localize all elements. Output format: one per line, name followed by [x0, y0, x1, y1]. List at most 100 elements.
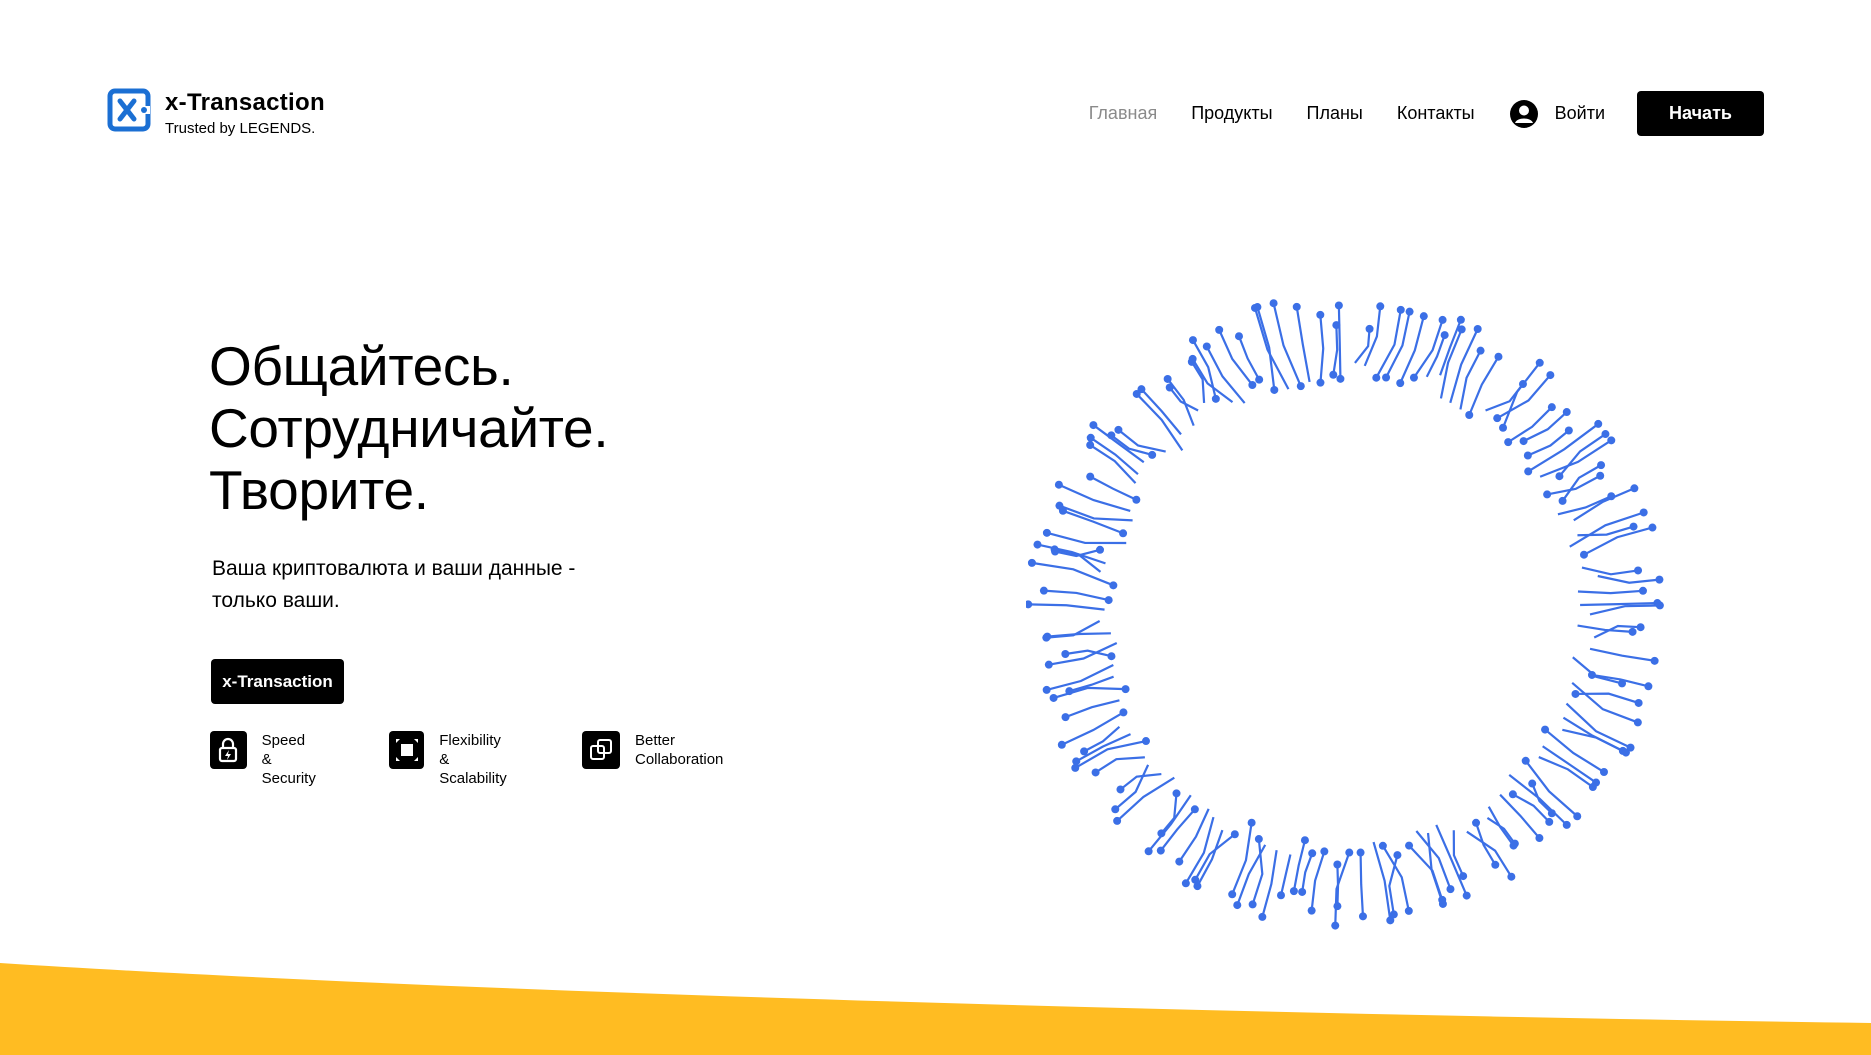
circuit-node	[1132, 495, 1141, 504]
circuit-node	[1276, 891, 1285, 900]
circuit-node	[1372, 373, 1381, 382]
circuit-node	[1300, 836, 1309, 845]
feature-speed-security: Speed & Security	[210, 731, 317, 788]
nav-item-products[interactable]: Продукты	[1191, 103, 1272, 124]
circuit-node	[1163, 374, 1172, 383]
circuit-node	[1329, 370, 1338, 379]
circuit-node	[1065, 687, 1074, 696]
hero-title: Общайтесь. Сотрудничайте. Творите.	[209, 335, 609, 521]
feature-label: Security	[261, 770, 316, 787]
hero-subtitle-line: Ваша криптовалюта и ваши данные -	[212, 557, 576, 580]
circuit-node	[1298, 887, 1307, 896]
cta-button[interactable]: x-Transaction	[211, 659, 344, 704]
circuit-node	[1535, 834, 1544, 843]
circuit-node	[1507, 872, 1516, 881]
circuit-node	[1634, 566, 1643, 575]
circuit-node	[1156, 846, 1165, 855]
circuit-trace	[1527, 429, 1570, 457]
circuit-trace	[1261, 849, 1278, 918]
circuit-node	[1165, 383, 1174, 392]
nav-item-home[interactable]: Главная	[1089, 103, 1158, 124]
circuit-node	[1044, 660, 1053, 669]
circuit-node	[1104, 596, 1113, 605]
circuit-node	[1404, 906, 1413, 915]
brand-logo[interactable]: x-Transaction Trusted by LEGENDS.	[107, 88, 325, 138]
circuit-trace	[1279, 854, 1292, 896]
circuit-node	[1157, 829, 1166, 838]
circuit-node	[1334, 301, 1343, 310]
circuit-node	[1376, 302, 1385, 311]
circuit-node	[1382, 373, 1391, 382]
circuit-node	[1316, 310, 1325, 319]
circuit-node	[1633, 718, 1642, 727]
circuit-node	[1113, 816, 1122, 825]
circuit-node	[1476, 346, 1485, 355]
circuit-node	[1456, 315, 1465, 324]
user-icon	[1509, 99, 1538, 128]
circuit-trace	[1053, 686, 1126, 700]
circuit-trace	[1272, 302, 1302, 387]
circuit-node	[1215, 325, 1224, 334]
circuit-node	[1121, 685, 1130, 694]
circuit-node	[1521, 756, 1530, 765]
feature-label: Better	[635, 732, 676, 749]
circuit-node	[1247, 818, 1256, 827]
circuit-node	[1519, 437, 1528, 446]
circuit-trace	[1089, 475, 1137, 501]
circuit-node	[1440, 331, 1449, 340]
circuit-node	[1111, 805, 1120, 814]
login-button[interactable]: Войти	[1509, 99, 1605, 129]
circuit-node	[1405, 307, 1414, 316]
circuit-trace	[1527, 423, 1599, 473]
hero-subtitle-line: только ваши.	[212, 589, 340, 612]
feature-label: Flexibility &	[439, 732, 501, 768]
circuit-node	[1547, 403, 1556, 412]
circuit-node	[1333, 902, 1342, 911]
circuit-node	[1457, 325, 1466, 334]
circuit-node	[1472, 818, 1481, 827]
feature-better-collaboration: Better Collaboration	[582, 731, 723, 769]
feature-label: Speed &	[261, 732, 306, 768]
circuit-node	[1396, 305, 1405, 314]
circuit-node	[1148, 450, 1157, 459]
circuit-node	[1193, 882, 1202, 891]
circuit-trace	[1597, 574, 1660, 584]
nav-item-plans[interactable]: Планы	[1307, 103, 1363, 124]
circuit-node	[1228, 890, 1237, 899]
circuit-node	[1587, 670, 1596, 679]
circuit-node	[1599, 768, 1608, 777]
circuit-trace	[1558, 433, 1607, 477]
circuit-node	[1109, 581, 1118, 590]
circuit-node	[1234, 332, 1243, 341]
circuit-node	[1091, 768, 1100, 777]
circuit-trace	[1301, 852, 1314, 893]
circuit-node	[1248, 900, 1257, 909]
circuit-node	[1248, 380, 1257, 389]
circuit-node	[1061, 713, 1070, 722]
circuit-node	[1119, 708, 1128, 717]
circuit-trace	[1031, 561, 1114, 587]
circuit-node	[1621, 748, 1630, 757]
circuit-trace	[1439, 319, 1462, 376]
circuit-node	[1438, 895, 1447, 904]
circuit-node	[1258, 912, 1267, 921]
circuit-node	[1653, 599, 1662, 608]
overlap-squares-icon	[582, 731, 620, 769]
circuit-trace	[1399, 315, 1425, 384]
circuit-node	[1042, 685, 1051, 694]
hero-title-line: Общайтесь.	[209, 335, 514, 397]
circuit-trace	[1413, 319, 1444, 379]
circuit-node	[1089, 421, 1098, 430]
circuit-trace	[1486, 817, 1516, 845]
start-button[interactable]: Начать	[1637, 91, 1764, 136]
circuit-node	[1638, 586, 1647, 595]
circuit-trace	[1359, 852, 1365, 917]
circuit-node	[1080, 747, 1089, 756]
circuit-node	[1331, 921, 1340, 930]
circuit-node	[1499, 423, 1508, 432]
nav-item-contacts[interactable]: Контакты	[1397, 103, 1475, 124]
circuit-trace	[1043, 589, 1109, 602]
circuit-node	[1096, 545, 1105, 554]
circuit-trace	[1090, 436, 1139, 476]
circuit-trace	[1295, 306, 1311, 383]
